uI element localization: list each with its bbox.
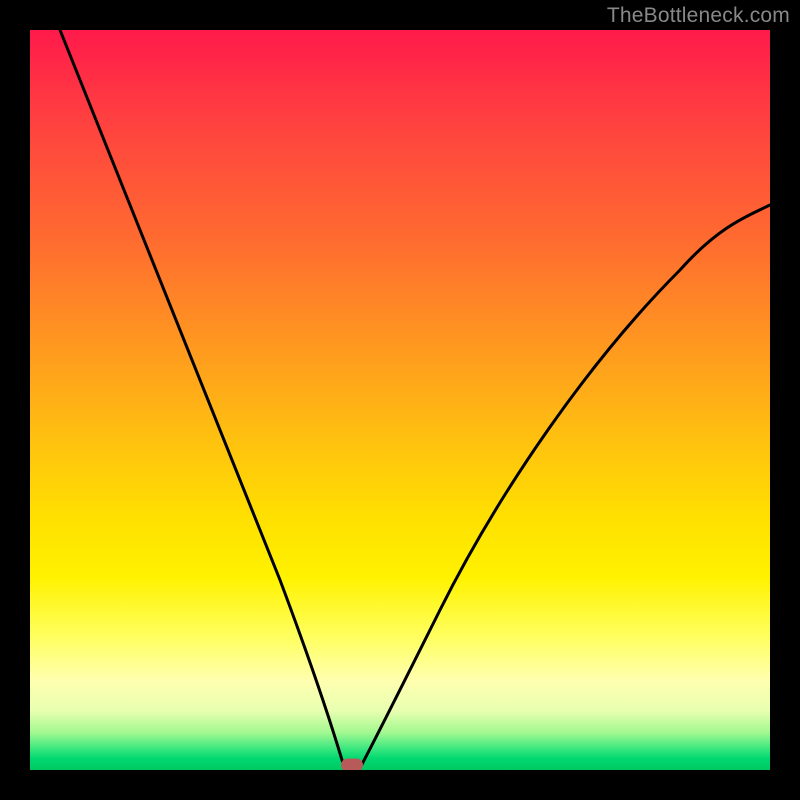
watermark-text: TheBottleneck.com: [607, 4, 790, 28]
plot-area: [30, 30, 770, 770]
curve-right-branch: [360, 205, 770, 768]
bottleneck-marker: [341, 759, 363, 771]
chart-frame: TheBottleneck.com: [0, 0, 800, 800]
bottleneck-curve: [30, 30, 770, 770]
curve-left-branch: [60, 30, 345, 768]
